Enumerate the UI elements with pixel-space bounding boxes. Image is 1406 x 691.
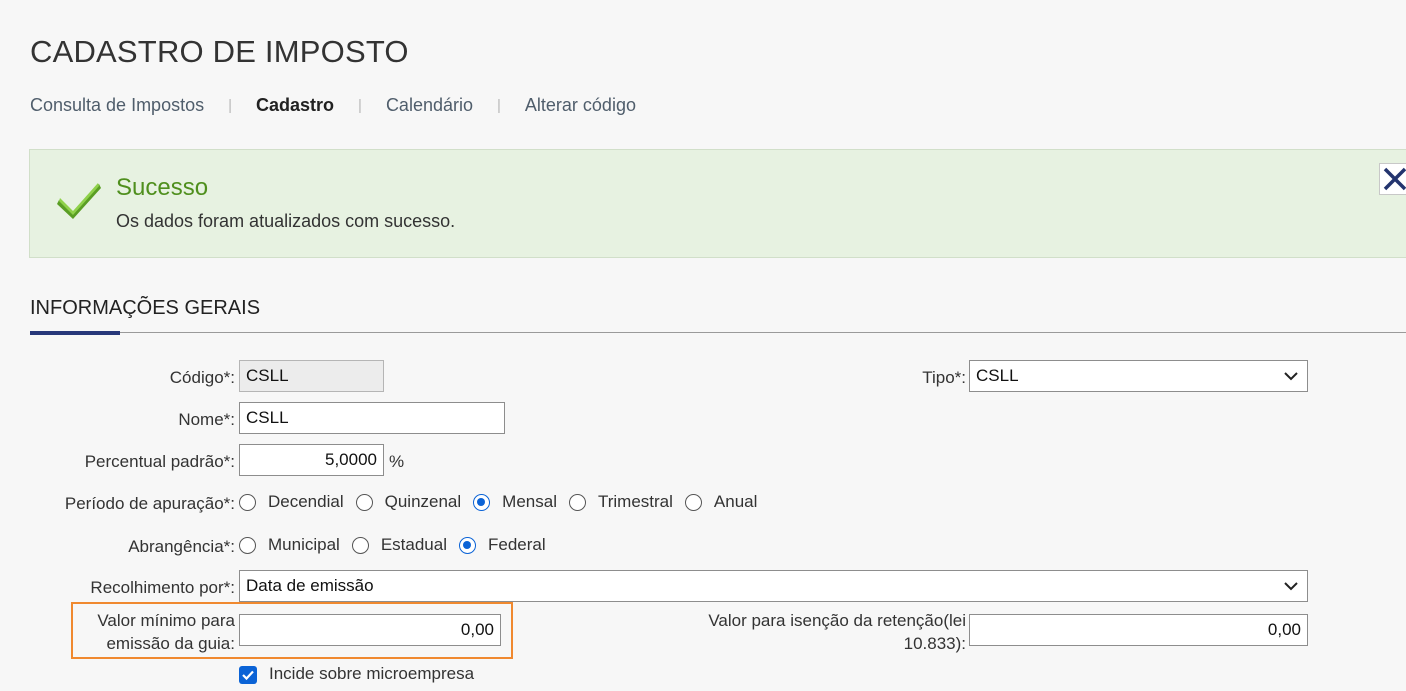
nome-label: Nome*: xyxy=(178,410,235,429)
tipo-value: CSLL xyxy=(976,366,1019,385)
abrangencia-federal-radio[interactable]: Federal xyxy=(458,535,546,555)
success-alert: Sucesso Os dados foram atualizados com s… xyxy=(29,149,1406,258)
alert-title: Sucesso xyxy=(116,174,209,201)
radio-label: Decendial xyxy=(268,492,344,511)
percentual-input[interactable]: 5,0000 xyxy=(239,444,384,476)
recolhimento-value: Data de emissão xyxy=(246,576,374,595)
codigo-field: CSLL xyxy=(239,360,384,392)
tipo-label: Tipo*: xyxy=(922,368,966,387)
microempresa-label: Incide sobre microempresa xyxy=(269,664,475,683)
abrangencia-estadual-radio[interactable]: Estadual xyxy=(351,535,447,555)
nav-alterar-codigo[interactable]: Alterar código xyxy=(525,95,636,116)
checkmark-icon xyxy=(57,183,101,219)
radio-circle xyxy=(568,493,586,511)
radio-label: Estadual xyxy=(380,535,447,554)
radio-label: Municipal xyxy=(268,535,340,554)
nav-cadastro[interactable]: Cadastro xyxy=(256,95,334,116)
radio-label: Mensal xyxy=(502,492,557,511)
radio-circle xyxy=(239,536,256,554)
valor-minimo-label: Valor mínimo para emissão da guia: xyxy=(74,609,235,655)
abrangencia-label: Abrangência*: xyxy=(128,537,235,556)
page-title: CADASTRO DE IMPOSTO xyxy=(30,34,409,69)
radio-label: Trimestral xyxy=(597,492,673,511)
nome-input[interactable]: CSLL xyxy=(239,402,505,434)
radio-label: Anual xyxy=(713,492,758,511)
periodo-mensal-radio[interactable]: Mensal xyxy=(473,492,557,512)
periodo-decendial-radio[interactable]: Decendial xyxy=(239,492,344,512)
radio-label: Federal xyxy=(487,535,546,554)
nav-separator: | xyxy=(497,97,501,114)
valor-isencao-label: Valor para isenção da retenção(lei 10.83… xyxy=(640,609,966,655)
radio-label: Quinzenal xyxy=(384,492,462,511)
alert-message: Os dados foram atualizados com sucesso. xyxy=(116,211,456,231)
section-title: INFORMAÇÕES GERAIS xyxy=(30,297,261,319)
radio-circle xyxy=(351,536,369,554)
radio-circle-selected xyxy=(458,536,476,554)
section-accent-bar xyxy=(30,331,120,335)
nav-consulta-impostos[interactable]: Consulta de Impostos xyxy=(30,95,204,116)
close-icon[interactable] xyxy=(1379,163,1406,195)
radio-circle-selected xyxy=(473,493,491,511)
radio-circle xyxy=(684,493,702,511)
recolhimento-label: Recolhimento por*: xyxy=(90,578,235,597)
sub-navigation: Consulta de Impostos | Cadastro | Calend… xyxy=(30,95,636,116)
abrangencia-municipal-radio[interactable]: Municipal xyxy=(239,535,340,555)
periodo-quinzenal-radio[interactable]: Quinzenal xyxy=(355,492,462,512)
tipo-select[interactable]: CSLL xyxy=(969,360,1308,392)
valor-isencao-input[interactable]: 0,00 xyxy=(969,614,1308,646)
valor-minimo-label-line2: emissão da guia: xyxy=(106,634,235,653)
microempresa-checkbox[interactable] xyxy=(239,666,257,684)
periodo-trimestral-radio[interactable]: Trimestral xyxy=(568,492,673,512)
chevron-down-icon xyxy=(1284,372,1298,381)
periodo-anual-radio[interactable]: Anual xyxy=(684,492,758,512)
percent-unit: % xyxy=(389,452,405,471)
periodo-label: Período de apuração*: xyxy=(64,494,235,513)
nav-separator: | xyxy=(358,97,362,114)
periodo-radio-group: Decendial Quinzenal Mensal Trimestral An… xyxy=(239,492,769,512)
valor-isencao-label-line2: 10.833): xyxy=(903,634,966,653)
chevron-down-icon xyxy=(1284,582,1298,591)
nav-calendario[interactable]: Calendário xyxy=(386,95,473,116)
valor-isencao-label-line1: Valor para isenção da retenção(lei xyxy=(708,611,966,630)
codigo-label: Código*: xyxy=(169,368,235,387)
radio-circle xyxy=(355,493,373,511)
abrangencia-radio-group: Municipal Estadual Federal xyxy=(239,535,558,555)
percentual-label: Percentual padrão*: xyxy=(84,452,235,471)
valor-minimo-label-line1: Valor mínimo para xyxy=(97,611,235,630)
nav-separator: | xyxy=(228,97,232,114)
checkmark-icon xyxy=(242,670,254,681)
radio-circle xyxy=(239,493,256,511)
section-divider xyxy=(30,332,1406,333)
recolhimento-select[interactable]: Data de emissão xyxy=(239,570,1308,602)
valor-minimo-input[interactable]: 0,00 xyxy=(239,614,501,646)
